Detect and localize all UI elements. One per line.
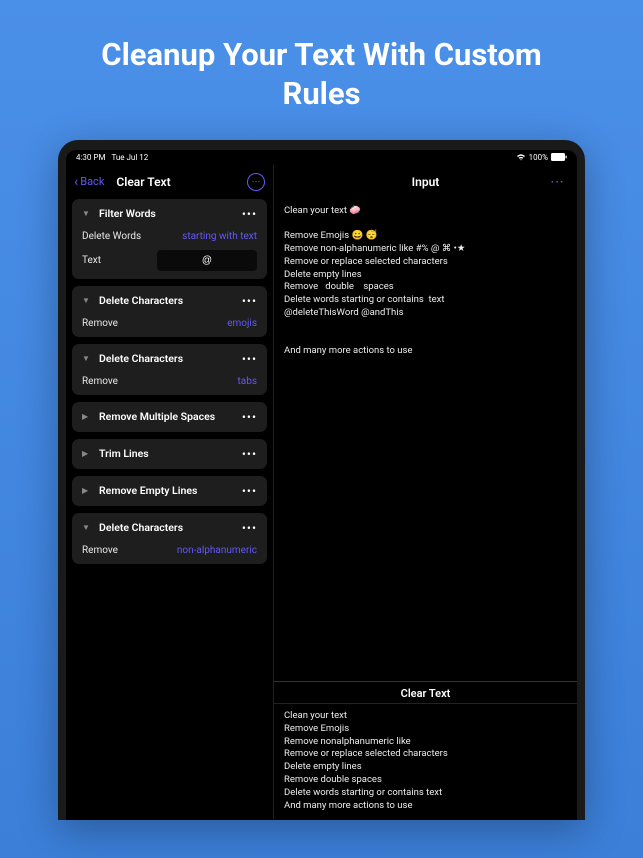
rule-body: Remove tabs	[82, 376, 257, 387]
rule-title: Delete Characters	[99, 352, 235, 365]
rule-title: Remove Empty Lines	[99, 484, 235, 497]
rule-row: Delete Words starting with text	[82, 231, 257, 242]
status-bar: 4:30 PM Tue Jul 12 100%	[66, 150, 577, 165]
left-pane: ‹ Back Clear Text ⋯ ▼ Filter Words ••• Dele…	[66, 165, 274, 819]
input-header: Input ⋯	[274, 165, 577, 199]
rule-more-button[interactable]: •••	[242, 447, 257, 461]
rule-row-value[interactable]: starting with text	[182, 231, 257, 242]
output-title: Clear Text	[274, 682, 577, 704]
rule-body: Delete Words starting with text Text	[82, 231, 257, 271]
chevron-right-icon[interactable]: ▶	[82, 449, 92, 458]
rule-header[interactable]: ▶ Remove Empty Lines •••	[82, 484, 257, 498]
chevron-down-icon[interactable]: ▼	[82, 523, 92, 532]
chevron-down-icon[interactable]: ▼	[82, 354, 92, 363]
ellipsis-icon: ⋯	[252, 177, 261, 187]
rules-list: ▼ Filter Words ••• Delete Words starting wit…	[66, 199, 273, 819]
rule-row: Remove tabs	[82, 376, 257, 387]
back-label: Back	[80, 175, 104, 188]
rule-title: Delete Characters	[99, 294, 235, 307]
back-button[interactable]: ‹ Back	[74, 175, 104, 189]
rule-row: Remove emojis	[82, 318, 257, 329]
rule-more-button[interactable]: •••	[242, 207, 257, 221]
rule-card: ▼ Delete Characters ••• Remove tabs	[72, 344, 267, 395]
rule-text-input[interactable]	[157, 250, 257, 271]
rule-row-label: Delete Words	[82, 231, 141, 242]
screen: 4:30 PM Tue Jul 12 100% ‹ Back	[66, 150, 577, 820]
nav-bar: ‹ Back Clear Text ⋯	[66, 165, 273, 199]
rule-card: ▶ Remove Multiple Spaces •••	[72, 402, 267, 432]
rule-header[interactable]: ▼ Delete Characters •••	[82, 521, 257, 535]
output-section: Clear Text Clean your text Remove Emojis…	[274, 681, 577, 819]
rule-row-value[interactable]: non-alphanumeric	[177, 545, 257, 556]
rule-title: Trim Lines	[99, 447, 235, 460]
rule-body: Remove emojis	[82, 318, 257, 329]
input-text-area[interactable]: Clean your text 🧼 Remove Emojis 😀 😴 Remo…	[274, 199, 577, 365]
rule-header[interactable]: ▶ Trim Lines •••	[82, 447, 257, 461]
chevron-right-icon[interactable]: ▶	[82, 412, 92, 421]
rule-title: Remove Multiple Spaces	[99, 410, 235, 423]
rule-header[interactable]: ▶ Remove Multiple Spaces •••	[82, 410, 257, 424]
rule-header[interactable]: ▼ Delete Characters •••	[82, 352, 257, 366]
rule-more-button[interactable]: •••	[242, 521, 257, 535]
rule-card: ▼ Delete Characters ••• Remove emojis	[72, 286, 267, 337]
rule-title: Filter Words	[99, 207, 235, 220]
rule-more-button[interactable]: •••	[242, 484, 257, 498]
rule-more-button[interactable]: •••	[242, 294, 257, 308]
rule-row-value[interactable]: emojis	[227, 318, 257, 329]
chevron-left-icon: ‹	[74, 175, 78, 189]
nav-title: Clear Text	[116, 175, 170, 189]
rule-card: ▶ Trim Lines •••	[72, 439, 267, 469]
right-pane: Input ⋯ Clean your text 🧼 Remove Emojis …	[274, 165, 577, 819]
device-frame: 4:30 PM Tue Jul 12 100% ‹ Back	[58, 140, 585, 820]
rule-more-button[interactable]: •••	[242, 352, 257, 366]
rule-row-label: Remove	[82, 318, 118, 329]
rule-row: Remove non-alphanumeric	[82, 545, 257, 556]
rule-body: Remove non-alphanumeric	[82, 545, 257, 556]
chevron-down-icon[interactable]: ▼	[82, 209, 92, 218]
rule-title: Delete Characters	[99, 521, 235, 534]
status-date: Tue Jul 12	[111, 153, 148, 162]
rule-header[interactable]: ▼ Delete Characters •••	[82, 294, 257, 308]
chevron-down-icon[interactable]: ▼	[82, 296, 92, 305]
input-title: Input	[412, 175, 440, 189]
rule-row-label: Remove	[82, 376, 118, 387]
battery-icon	[551, 153, 567, 163]
rule-card: ▼ Filter Words ••• Delete Words starting wit…	[72, 199, 267, 279]
rule-row: Text	[82, 250, 257, 271]
rule-card: ▼ Delete Characters ••• Remove non-alphanume…	[72, 513, 267, 564]
rule-header[interactable]: ▼ Filter Words •••	[82, 207, 257, 221]
nav-more-button[interactable]: ⋯	[247, 173, 265, 191]
rule-row-label: Text	[82, 255, 101, 266]
status-battery-pct: 100%	[529, 153, 548, 162]
rule-card: ▶ Remove Empty Lines •••	[72, 476, 267, 506]
wifi-icon	[516, 153, 526, 163]
status-time: 4:30 PM	[76, 153, 105, 162]
input-more-button[interactable]: ⋯	[550, 174, 565, 190]
rule-row-label: Remove	[82, 545, 118, 556]
output-text-area: Clean your text Remove Emojis Remove non…	[274, 704, 577, 819]
rule-more-button[interactable]: •••	[242, 410, 257, 424]
rule-row-value[interactable]: tabs	[238, 376, 258, 387]
chevron-right-icon[interactable]: ▶	[82, 486, 92, 495]
promo-headline: Cleanup Your Text With Custom Rules	[0, 0, 643, 140]
